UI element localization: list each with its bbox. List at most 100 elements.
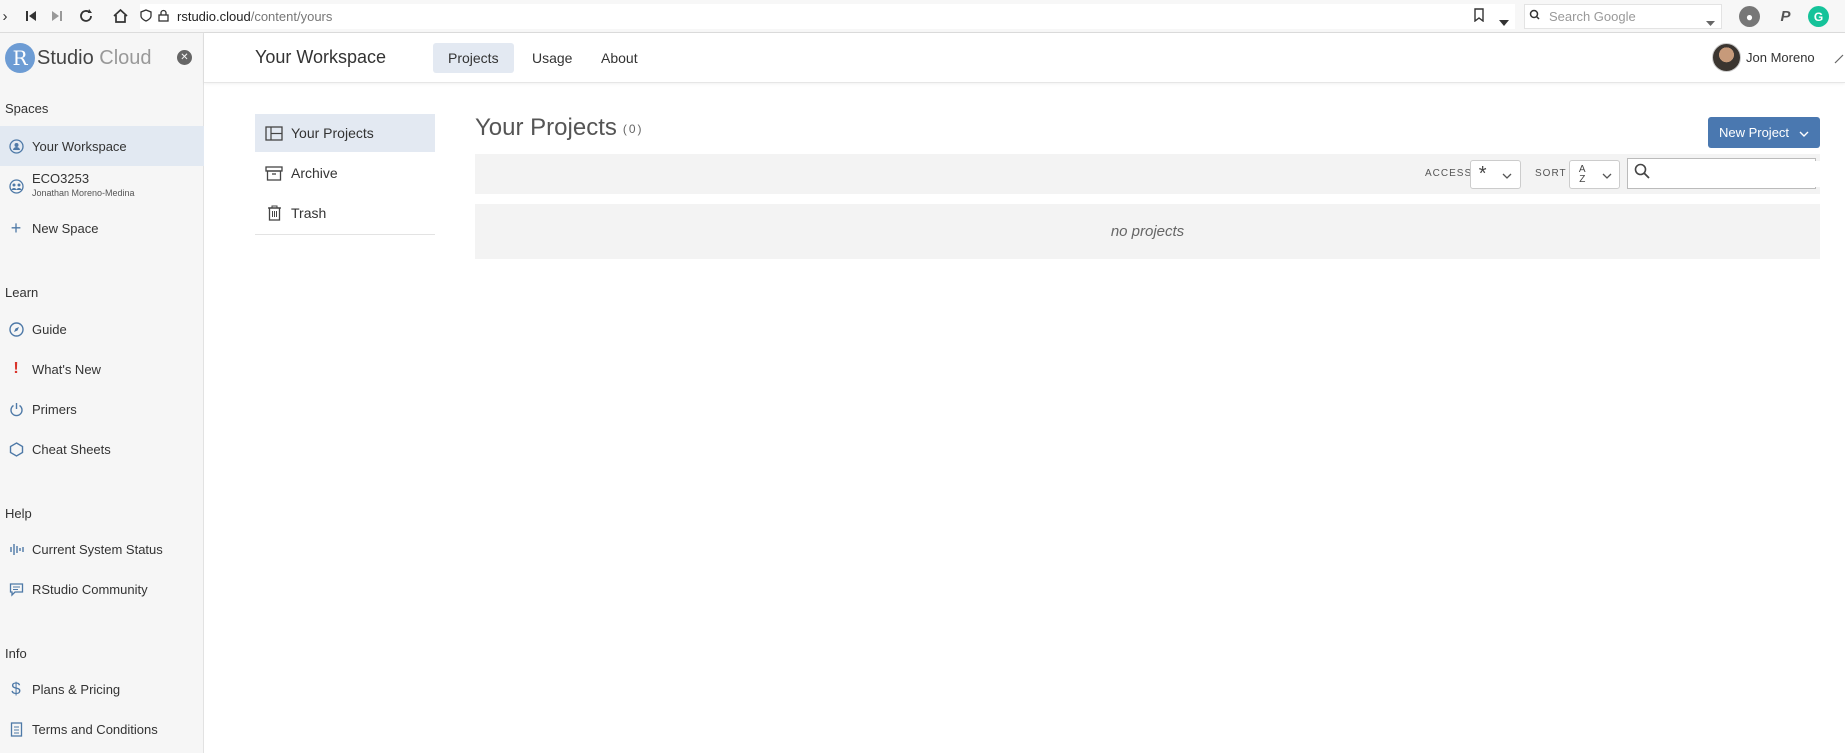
- workspace-header: Your Workspace Projects Usage About Jon …: [204, 33, 1845, 83]
- access-value: *: [1478, 163, 1487, 185]
- url-host: rstudio.cloud: [177, 9, 251, 24]
- new-project-label: New Project: [1718, 125, 1790, 140]
- grammarly-icon[interactable]: G: [1808, 6, 1829, 27]
- sidebar-item-new-space[interactable]: + New Space: [0, 208, 204, 248]
- projects-title-text: Your Projects: [475, 114, 617, 141]
- plus-icon: +: [10, 217, 22, 238]
- sidebar-item-cheat-sheets[interactable]: Cheat Sheets: [0, 429, 204, 469]
- avatar: [1712, 43, 1741, 72]
- sort-value: A Z: [1578, 163, 1586, 185]
- back-icon[interactable]: ›: [0, 3, 18, 29]
- brand-r-icon: R: [5, 43, 35, 73]
- sidebar-item-label: Guide: [32, 321, 67, 337]
- skip-back-icon[interactable]: [18, 3, 44, 29]
- sidebar-item-guide[interactable]: Guide: [0, 309, 204, 349]
- projects-title: Your Projects (0): [475, 114, 644, 142]
- sidebar-item-label: RStudio Community: [32, 581, 148, 597]
- sidebar-item-community[interactable]: RStudio Community: [0, 569, 204, 609]
- user-menu[interactable]: Jon Moreno: [1712, 43, 1815, 72]
- sidebar-item-label: What's New: [32, 361, 101, 377]
- nav-your-projects[interactable]: Your Projects: [255, 114, 435, 152]
- sidebar-item-eco3253[interactable]: ECO3253 Jonathan Moreno-Medina: [0, 166, 204, 206]
- sidebar-item-label: Primers: [32, 401, 77, 417]
- chevron-down-icon: [1602, 167, 1612, 182]
- access-label: ACCESS: [1425, 168, 1473, 179]
- group-icon: [8, 178, 24, 194]
- url-path: /content/yours: [250, 9, 333, 24]
- project-search[interactable]: [1627, 158, 1830, 189]
- projects-icon: [265, 125, 283, 141]
- google-search-input[interactable]: Search Google: [1524, 4, 1722, 29]
- paypal-icon[interactable]: P: [1775, 6, 1796, 27]
- nav-label: Trash: [291, 205, 327, 221]
- exclamation-icon: !: [13, 360, 19, 377]
- compass-icon: [8, 321, 24, 337]
- section-learn: Learn: [5, 285, 39, 300]
- section-info: Info: [5, 646, 27, 661]
- close-sidebar-icon[interactable]: ✕: [177, 50, 192, 65]
- brand-logo[interactable]: R Studio Cloud: [5, 43, 152, 73]
- new-project-button[interactable]: New Project: [1708, 117, 1820, 148]
- hexagon-icon: [8, 441, 24, 457]
- sort-select[interactable]: A Z: [1569, 160, 1620, 189]
- document-icon: [8, 721, 24, 737]
- sidebar-item-label: Cheat Sheets: [32, 441, 111, 457]
- search-placeholder: Search Google: [1549, 9, 1636, 24]
- reload-icon[interactable]: [73, 3, 99, 29]
- search-input[interactable]: [1654, 160, 1830, 187]
- sidebar-item-your-workspace[interactable]: Your Workspace: [0, 126, 204, 166]
- tab-projects[interactable]: Projects: [433, 43, 514, 73]
- search-engine-icon: [1529, 9, 1543, 24]
- skip-forward-icon[interactable]: [44, 3, 70, 29]
- dropdown-arrow-icon[interactable]: [1499, 13, 1509, 31]
- sidebar: R Studio Cloud ✕ Spaces Your Workspace E…: [0, 33, 204, 753]
- empty-state: no projects: [475, 204, 1820, 259]
- address-bar[interactable]: rstudio.cloud/content/yours: [140, 4, 1515, 29]
- sidebar-item-terms[interactable]: Terms and Conditions: [0, 709, 204, 749]
- tab-usage[interactable]: Usage: [517, 43, 587, 73]
- nav-label: Archive: [291, 165, 338, 181]
- section-help: Help: [5, 506, 32, 521]
- sidebar-item-label: Current System Status: [32, 541, 163, 557]
- nav-divider: [255, 234, 435, 235]
- pulse-icon: [8, 541, 24, 557]
- sidebar-item-plans-pricing[interactable]: $ Plans & Pricing: [0, 669, 204, 709]
- sidebar-item-label: Terms and Conditions: [32, 721, 158, 737]
- workspace-icon: [8, 138, 24, 154]
- trash-icon: [265, 205, 283, 221]
- nav-trash[interactable]: Trash: [255, 194, 435, 232]
- nav-label: Your Projects: [291, 125, 374, 141]
- chevron-down-icon: [1799, 125, 1809, 140]
- sidebar-item-label: New Space: [32, 220, 99, 236]
- space-owner: Jonathan Moreno-Medina: [32, 188, 135, 198]
- chat-icon: [8, 581, 24, 597]
- dollar-icon: $: [11, 679, 21, 698]
- home-icon[interactable]: [107, 3, 133, 29]
- power-icon: [8, 401, 24, 417]
- user-name: Jon Moreno: [1746, 50, 1815, 65]
- sort-label: SORT: [1535, 168, 1567, 179]
- brand-light: Cloud: [99, 46, 152, 69]
- search-icon: [1634, 163, 1650, 184]
- sidebar-item-system-status[interactable]: Current System Status: [0, 529, 204, 569]
- tab-about[interactable]: About: [586, 43, 653, 73]
- sidebar-item-label: ECO3253: [32, 171, 90, 186]
- search-dropdown-icon[interactable]: [1706, 14, 1715, 29]
- access-filter[interactable]: *: [1470, 160, 1521, 189]
- section-spaces: Spaces: [5, 101, 49, 116]
- browser-toolbar: › rstudio.cloud/content/yours Search Goo…: [0, 0, 1845, 33]
- project-count: (0): [622, 121, 644, 136]
- account-icon[interactable]: ●: [1739, 6, 1760, 27]
- pencil-icon[interactable]: [1834, 51, 1844, 69]
- bookmark-icon[interactable]: [1474, 8, 1484, 27]
- page-title: Your Workspace: [255, 47, 387, 67]
- lock-icon: [158, 9, 169, 25]
- sidebar-item-label: Your Workspace: [32, 138, 127, 154]
- projects-toolbar: ACCESS * SORT A Z: [475, 154, 1830, 194]
- shield-icon: [140, 8, 152, 25]
- brand-main: Studio: [37, 46, 94, 69]
- sidebar-item-primers[interactable]: Primers: [0, 389, 204, 429]
- sidebar-item-whats-new[interactable]: ! What's New: [0, 349, 204, 389]
- nav-archive[interactable]: Archive: [255, 154, 435, 192]
- chevron-down-icon: [1502, 167, 1512, 182]
